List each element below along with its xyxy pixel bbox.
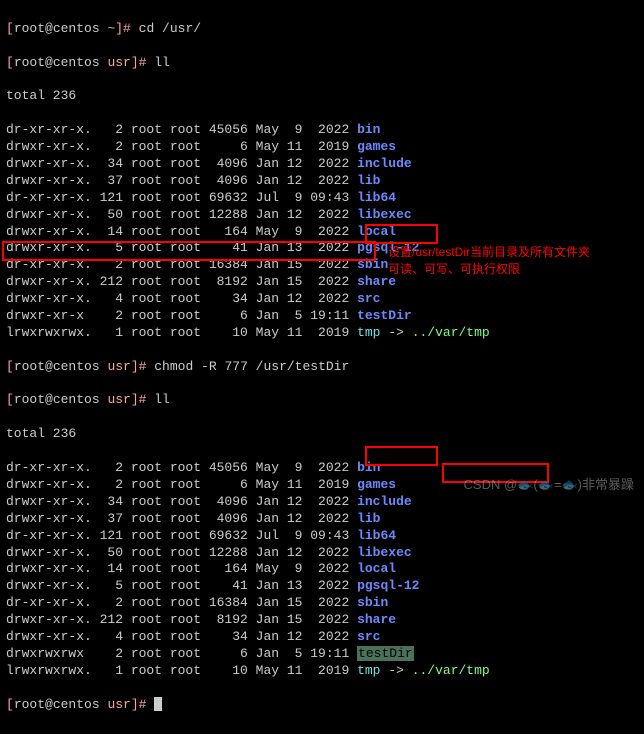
list-item: drwxr-xr-x. 2 root root 6 May 11 2019 ga… — [6, 139, 638, 156]
list-item: dr-xr-xr-x. 121 root root 69632 Jul 9 09… — [6, 190, 638, 207]
list-item: drwxr-xr-x. 14 root root 164 May 9 2022 … — [6, 561, 638, 578]
annotation-text: 设置/usr/testDir当前目录及所有文件夹 可读、可写、可执行权限 — [388, 244, 590, 278]
list-item: drwxr-xr-x. 37 root root 4096 Jan 12 202… — [6, 173, 638, 190]
total-line-2: total 236 — [6, 426, 638, 443]
list-item: drwxr-xr-x. 34 root root 4096 Jan 12 202… — [6, 156, 638, 173]
total-line: total 236 — [6, 88, 638, 105]
terminal[interactable]: [root@centos ~]# cd /usr/ [root@centos u… — [0, 0, 644, 734]
watermark: CSDN @🐟(🐟=🐟)非常暴躁 — [464, 477, 634, 494]
ls-output-1: dr-xr-xr-x. 2 root root 45056 May 9 2022… — [6, 122, 638, 342]
list-item: lrwxrwxrwx. 1 root root 10 May 11 2019 t… — [6, 663, 638, 680]
prompt-ll-1: [root@centos usr]# ll — [6, 55, 638, 72]
list-item: drwxr-xr-x. 5 root root 41 Jan 13 2022 p… — [6, 578, 638, 595]
list-item: dr-xr-xr-x. 2 root root 16384 Jan 15 202… — [6, 595, 638, 612]
list-item: drwxr-xr-x. 212 root root 8192 Jan 15 20… — [6, 612, 638, 629]
list-item: drwxr-xr-x. 14 root root 164 May 9 2022 … — [6, 224, 638, 241]
prompt-cd: [root@centos ~]# cd /usr/ — [6, 21, 638, 38]
list-item: drwxrwxrwx 2 root root 6 Jan 5 19:11 tes… — [6, 646, 638, 663]
list-item: dr-xr-xr-x. 2 root root 45056 May 9 2022… — [6, 122, 638, 139]
list-item: dr-xr-xr-x. 2 root root 45056 May 9 2022… — [6, 460, 638, 477]
list-item: drwxr-xr-x. 34 root root 4096 Jan 12 202… — [6, 494, 638, 511]
list-item: drwxr-xr-x 2 root root 6 Jan 5 19:11 tes… — [6, 308, 638, 325]
list-item: drwxr-xr-x. 4 root root 34 Jan 12 2022 s… — [6, 291, 638, 308]
list-item: dr-xr-xr-x. 121 root root 69632 Jul 9 09… — [6, 528, 638, 545]
list-item: drwxr-xr-x. 50 root root 12288 Jan 12 20… — [6, 207, 638, 224]
prompt-ll-2: [root@centos usr]# ll — [6, 392, 638, 409]
list-item: drwxr-xr-x. 37 root root 4096 Jan 12 202… — [6, 511, 638, 528]
list-item: lrwxrwxrwx. 1 root root 10 May 11 2019 t… — [6, 325, 638, 342]
prompt-chmod: [root@centos usr]# chmod -R 777 /usr/tes… — [6, 359, 638, 376]
prompt-idle: [root@centos usr]# — [6, 697, 638, 714]
list-item: drwxr-xr-x. 50 root root 12288 Jan 12 20… — [6, 545, 638, 562]
cursor — [154, 697, 162, 711]
list-item: drwxr-xr-x. 4 root root 34 Jan 12 2022 s… — [6, 629, 638, 646]
